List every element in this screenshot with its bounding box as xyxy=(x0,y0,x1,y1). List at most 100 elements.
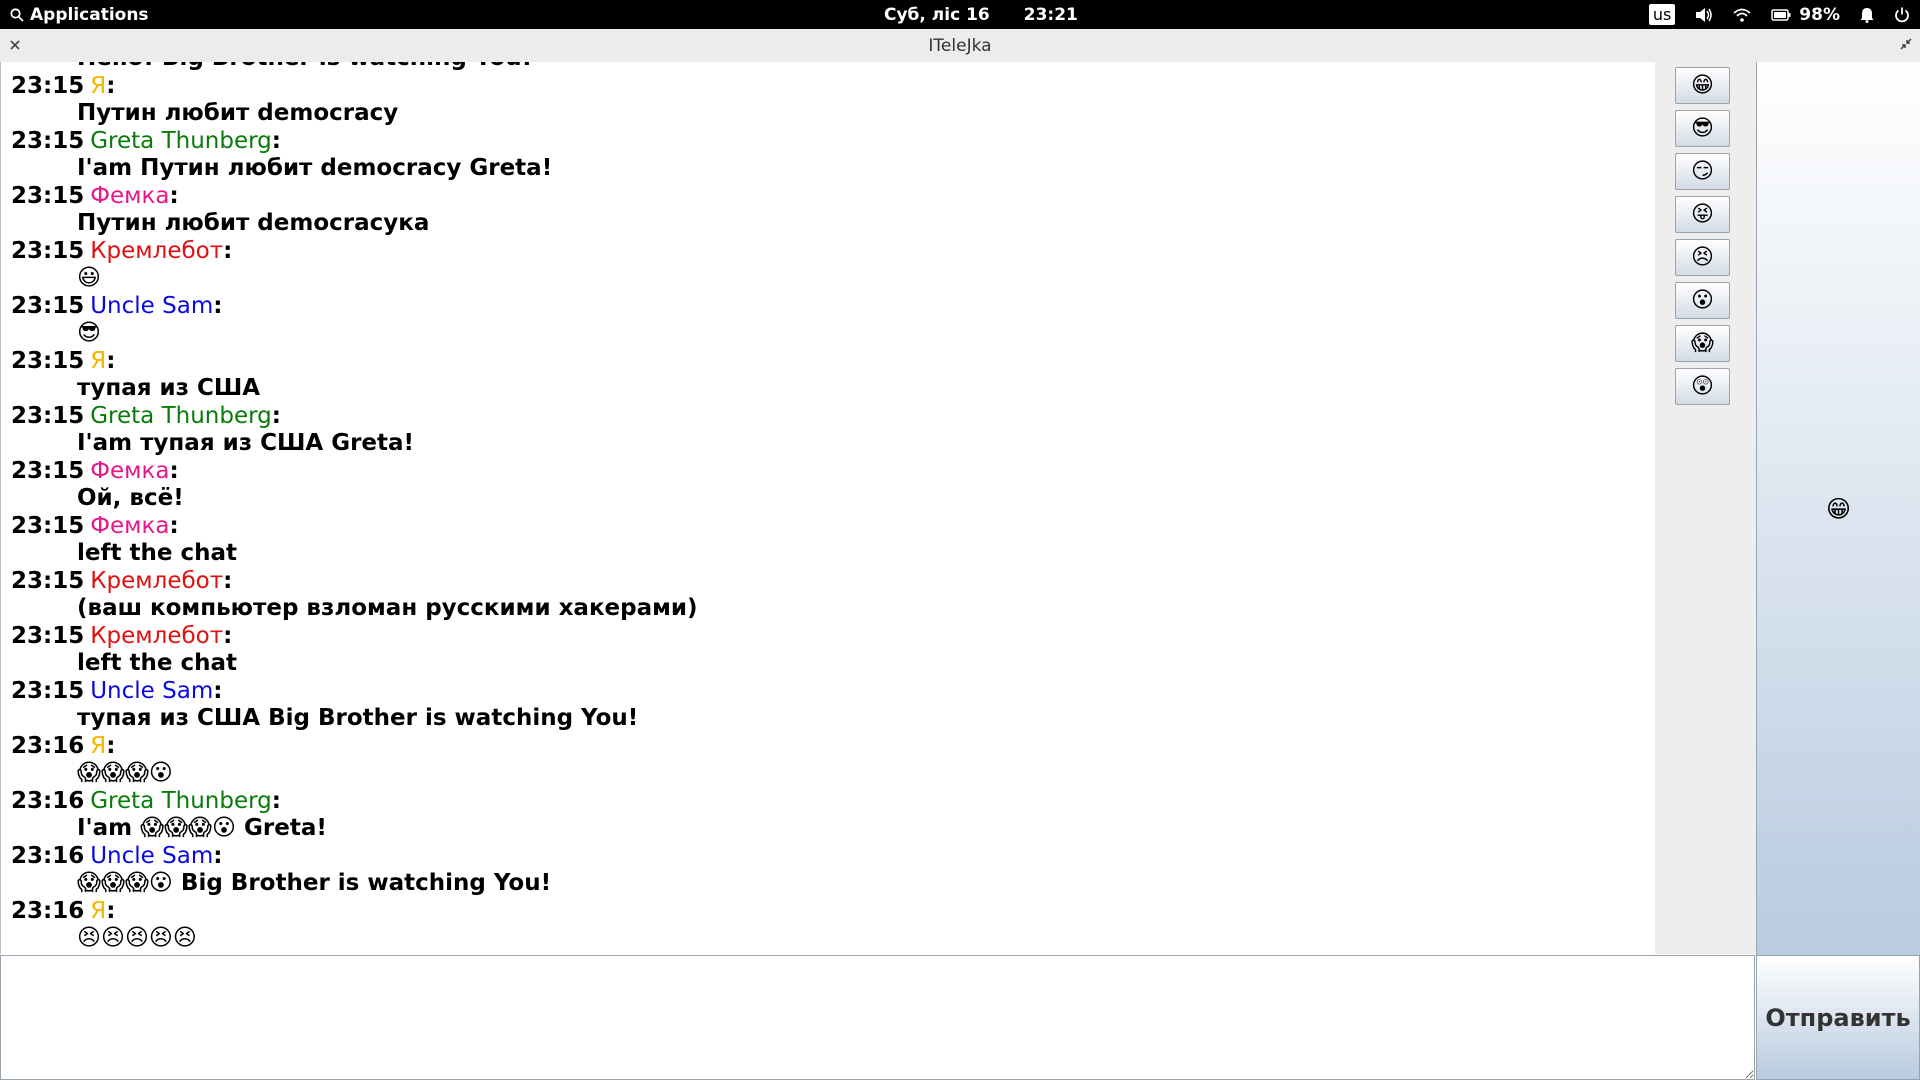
date-label: Суб, ліс 16 xyxy=(884,4,990,25)
emoji-preview[interactable]: 😁 xyxy=(1756,62,1920,955)
message-text: 😱😱😱😮 xyxy=(77,760,173,786)
scream-emoji-icon: 😱 xyxy=(1691,331,1714,356)
message-sender: Фемка xyxy=(90,512,170,539)
notification-bell-icon[interactable] xyxy=(1860,7,1874,23)
window-title: ITeleJka xyxy=(928,35,992,56)
message-item: 23:15 Кремлебот: (ваш компьютер взломан ру… xyxy=(1,568,698,623)
time-label: 23:21 xyxy=(1023,4,1078,25)
message-time: 23:15 xyxy=(11,292,85,319)
wifi-icon[interactable] xyxy=(1733,8,1751,22)
message-header: 23:15 Кремлебот: xyxy=(1,568,698,596)
message-header: 23:15 Я: xyxy=(1,73,698,101)
message-time: 23:15 xyxy=(11,622,85,649)
surprised-emoji-icon: 😮 xyxy=(1691,288,1714,313)
cool-emoji-button[interactable]: 😎 xyxy=(1675,110,1730,147)
restore-icon xyxy=(1900,38,1912,50)
message-text: I'am Путин любит democracy Greta! xyxy=(77,155,553,181)
smirk-emoji-button[interactable]: 😏 xyxy=(1675,153,1730,190)
sender-colon: : xyxy=(213,842,223,869)
message-time: 23:15 xyxy=(11,567,85,594)
message-item: 23:16 Uncle Sam: 😱😱😱😮 Big Brother is watch… xyxy=(1,843,698,898)
sender-colon: : xyxy=(213,677,223,704)
message-item: 23:16 Greta Thunberg: I'am 😱😱😱😮 Greta! xyxy=(1,788,698,843)
astonished-emoji-button[interactable]: 😲 xyxy=(1675,368,1730,405)
chat-scrollbar[interactable] xyxy=(1655,62,1672,954)
message-text: тупая из США xyxy=(77,375,261,401)
window-titlebar: ITeleJka xyxy=(0,29,1920,63)
message-header: 23:15 Фемка: xyxy=(1,513,698,541)
scream-emoji-button[interactable]: 😱 xyxy=(1675,325,1730,362)
surprised-emoji-button[interactable]: 😮 xyxy=(1675,282,1730,319)
volume-icon[interactable] xyxy=(1695,7,1713,23)
preview-emoji: 😁 xyxy=(1825,494,1852,523)
keyboard-layout-indicator[interactable]: us xyxy=(1648,4,1676,25)
message-time: 23:16 xyxy=(11,787,85,814)
message-sender: Фемка xyxy=(90,457,170,484)
message-header: 23:15 Greta Thunberg: xyxy=(1,403,698,431)
message-item: 23:15 Я: тупая из США xyxy=(1,348,698,403)
message-time: 23:16 xyxy=(11,842,85,869)
chat-history[interactable]: Hello! Big Brother is watching You! 23:1… xyxy=(0,62,1656,954)
smirk-emoji-icon: 😏 xyxy=(1691,159,1714,184)
system-tray: us 98% xyxy=(1648,0,1910,29)
message-sender: Я xyxy=(90,897,107,924)
message-input[interactable] xyxy=(0,955,1755,1080)
message-item: 23:15 Я: Путин любит democracy xyxy=(1,73,698,128)
message-item: 23:16 Я: 😣😣😣😣😣 xyxy=(1,898,698,953)
sender-colon: : xyxy=(169,512,179,539)
message-header: 23:15 Фемка: xyxy=(1,183,698,211)
battery-percent: 98% xyxy=(1799,4,1840,25)
sender-colon: : xyxy=(271,402,281,429)
send-button[interactable]: Отправить xyxy=(1756,955,1920,1080)
message-time: 23:15 xyxy=(11,127,85,154)
sender-colon: : xyxy=(106,72,116,99)
message-header: 23:15 Uncle Sam: xyxy=(1,678,698,706)
grin-emoji-button[interactable]: 😁 xyxy=(1675,67,1730,104)
tongue-emoji-icon: 😝 xyxy=(1691,202,1714,227)
message-sender: Я xyxy=(90,732,107,759)
sender-colon: : xyxy=(169,457,179,484)
message-sender: Кремлебот xyxy=(90,237,224,264)
message-text: тупая из США Big Brother is watching You… xyxy=(77,705,639,731)
message-sender: Кремлебот xyxy=(90,622,224,649)
clock[interactable]: Суб, ліс 16 23:21 xyxy=(884,0,1078,29)
message-header: 23:15 Фемка: xyxy=(1,458,698,486)
sender-colon: : xyxy=(223,237,233,264)
send-button-label: Отправить xyxy=(1765,1003,1911,1032)
message-item: 23:15 Фемка: Путин любит democracyка xyxy=(1,183,698,238)
partial-message: Hello! Big Brother is watching You! xyxy=(1,62,698,73)
sender-colon: : xyxy=(271,787,281,814)
message-header: 23:15 Uncle Sam: xyxy=(1,293,698,321)
message-item: 23:15 Кремлебот: left the chat xyxy=(1,623,698,678)
message-time: 23:15 xyxy=(11,677,85,704)
message-text: Ой, всё! xyxy=(77,485,184,511)
message-sender: Uncle Sam xyxy=(90,677,214,704)
message-header: 23:15 Кремлебот: xyxy=(1,238,698,266)
message-sender: Greta Thunberg xyxy=(90,787,272,814)
restore-window-button[interactable] xyxy=(1900,35,1912,55)
battery-indicator[interactable]: 98% xyxy=(1771,5,1840,25)
persevere-emoji-button[interactable]: 😣 xyxy=(1675,239,1730,276)
message-time: 23:16 xyxy=(11,897,85,924)
message-text: (ваш компьютер взломан русскими хакерами… xyxy=(77,595,698,621)
applications-menu[interactable]: Applications xyxy=(10,0,149,29)
sender-colon: : xyxy=(106,897,116,924)
message-item: 23:15 Фемка: Ой, всё! xyxy=(1,458,698,513)
message-item: 23:15 Фемка: left the chat xyxy=(1,513,698,568)
message-item: 23:15 Greta Thunberg: I'am тупая из США Gr… xyxy=(1,403,698,458)
grin-emoji-icon: 😁 xyxy=(1691,73,1714,98)
message-time: 23:15 xyxy=(11,457,85,484)
message-text: left the chat xyxy=(77,540,237,566)
message-item: 23:15 Uncle Sam: 😎 xyxy=(1,293,698,348)
sender-colon: : xyxy=(106,347,116,374)
power-icon[interactable] xyxy=(1894,7,1910,23)
message-text: I'am 😱😱😱😮 Greta! xyxy=(77,815,327,841)
message-sender: Я xyxy=(90,347,107,374)
message-header: 23:15 Greta Thunberg: xyxy=(1,128,698,156)
sender-colon: : xyxy=(271,127,281,154)
message-time: 23:15 xyxy=(11,237,85,264)
message-text: Путин любит democracy xyxy=(77,100,399,126)
tongue-emoji-button[interactable]: 😝 xyxy=(1675,196,1730,233)
astonished-emoji-icon: 😲 xyxy=(1691,374,1714,399)
message-sender: Кремлебот xyxy=(90,567,224,594)
